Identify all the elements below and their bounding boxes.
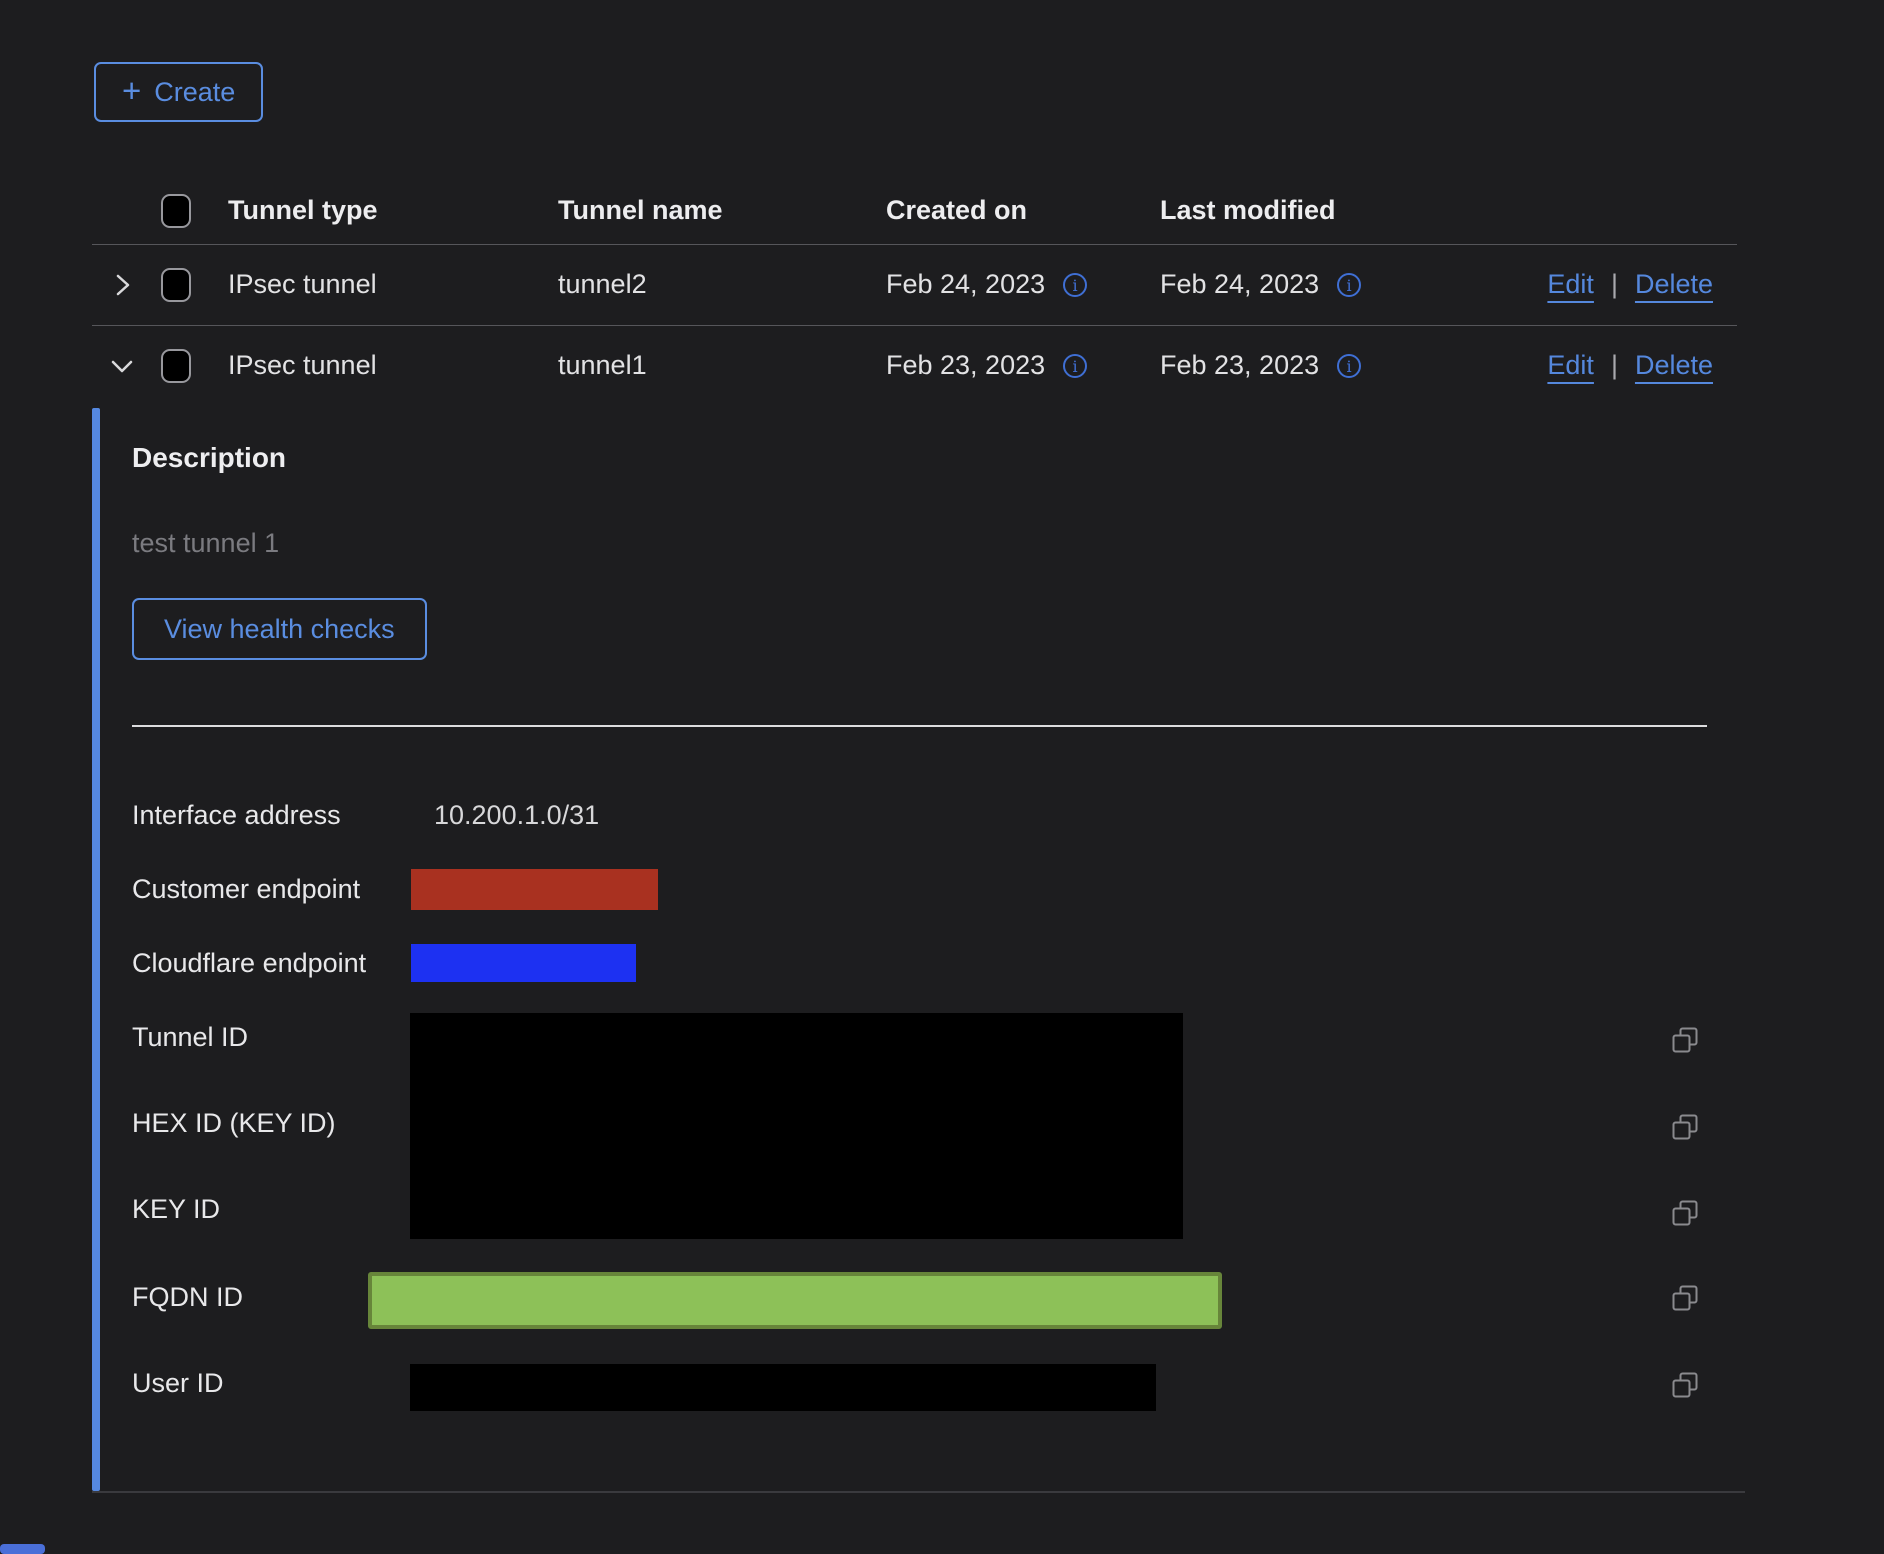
column-header-tunnel-type: Tunnel type: [228, 177, 378, 244]
plus-icon: +: [122, 74, 141, 107]
svg-text:i: i: [1347, 276, 1352, 295]
table-row: IPsec tunnel tunnel2 Feb 24, 2023 i Feb …: [92, 244, 1737, 325]
expand-chevron-right-icon[interactable]: [100, 244, 144, 325]
field-label-key-id: KEY ID: [132, 1194, 220, 1225]
field-label-tunnel-id: Tunnel ID: [132, 1022, 248, 1053]
table-row: IPsec tunnel tunnel1 Feb 23, 2023 i Feb …: [92, 325, 1737, 406]
tunnel-name: tunnel2: [558, 244, 647, 325]
svg-text:i: i: [1073, 276, 1078, 295]
last-modified-value: Feb 24, 2023: [1160, 269, 1319, 300]
row-checkbox[interactable]: [161, 268, 191, 302]
tunnel-detail-panel: Description test tunnel 1 View health ch…: [92, 408, 1752, 1494]
created-on-value: Feb 24, 2023: [886, 269, 1045, 300]
column-header-created-on: Created on: [886, 177, 1027, 244]
redacted-fqdn-id: [368, 1272, 1222, 1329]
field-label-hex-id: HEX ID (KEY ID): [132, 1108, 336, 1139]
column-header-last-modified: Last modified: [1160, 177, 1336, 244]
edit-link[interactable]: Edit: [1547, 350, 1594, 381]
created-on-value: Feb 23, 2023: [886, 350, 1045, 381]
info-icon[interactable]: i: [1336, 353, 1362, 379]
redacted-id-block: [410, 1013, 1183, 1239]
redacted-cloudflare-endpoint: [411, 944, 636, 982]
delete-link[interactable]: Delete: [1635, 269, 1713, 300]
tunnel-type: IPsec tunnel: [228, 244, 377, 325]
panel-bottom-divider: [92, 1491, 1745, 1493]
column-header-tunnel-name: Tunnel name: [558, 177, 723, 244]
field-label-cloudflare-endpoint: Cloudflare endpoint: [132, 948, 366, 979]
edit-link[interactable]: Edit: [1547, 269, 1594, 300]
svg-text:i: i: [1073, 357, 1078, 376]
field-label-interface-address: Interface address: [132, 800, 341, 831]
delete-link[interactable]: Delete: [1635, 350, 1713, 381]
field-label-user-id: User ID: [132, 1368, 224, 1399]
table-header: Tunnel type Tunnel name Created on Last …: [92, 177, 1737, 244]
description-value: test tunnel 1: [132, 528, 279, 559]
create-button[interactable]: + Create: [94, 62, 263, 122]
tunnel-name: tunnel1: [558, 325, 647, 406]
expanded-row-accent-bar: [92, 408, 100, 1491]
copy-icon[interactable]: [1668, 1197, 1702, 1231]
last-modified-value: Feb 23, 2023: [1160, 350, 1319, 381]
view-health-checks-button[interactable]: View health checks: [132, 598, 427, 660]
copy-icon[interactable]: [1668, 1282, 1702, 1316]
copy-icon[interactable]: [1668, 1111, 1702, 1145]
section-divider: [132, 725, 1707, 727]
info-icon[interactable]: i: [1062, 272, 1088, 298]
field-label-fqdn-id: FQDN ID: [132, 1282, 243, 1313]
separator: |: [1611, 350, 1618, 381]
copy-icon[interactable]: [1668, 1024, 1702, 1058]
create-button-label: Create: [154, 77, 235, 108]
horizontal-scrollbar-thumb[interactable]: [0, 1544, 45, 1554]
description-label: Description: [132, 442, 286, 474]
field-label-customer-endpoint: Customer endpoint: [132, 874, 360, 905]
tunnel-type: IPsec tunnel: [228, 325, 377, 406]
redacted-user-id: [410, 1364, 1156, 1411]
select-all-checkbox[interactable]: [161, 194, 191, 228]
tunnels-page: + Create Tunnel type Tunnel name Created…: [0, 0, 1884, 1554]
copy-icon[interactable]: [1668, 1369, 1702, 1403]
info-icon[interactable]: i: [1336, 272, 1362, 298]
separator: |: [1611, 269, 1618, 300]
info-icon[interactable]: i: [1062, 353, 1088, 379]
svg-text:i: i: [1347, 357, 1352, 376]
collapse-chevron-down-icon[interactable]: [100, 325, 144, 406]
redacted-customer-endpoint: [411, 869, 658, 910]
field-value-interface-address: 10.200.1.0/31: [434, 800, 599, 831]
row-checkbox[interactable]: [161, 349, 191, 383]
